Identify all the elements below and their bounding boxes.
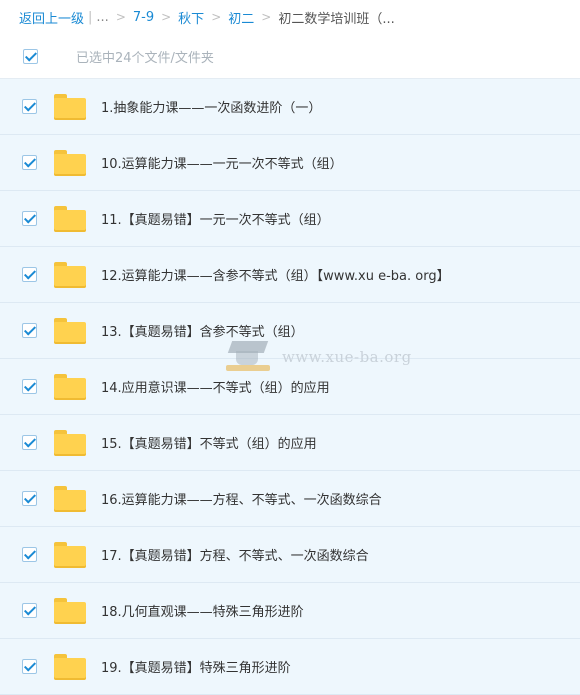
breadcrumb-item-7-9[interactable]: 7-9 — [133, 10, 154, 25]
file-name[interactable]: 16.运算能力课——方程、不等式、一次函数综合 — [101, 489, 382, 508]
file-name[interactable]: 1.抽象能力课——一次函数进阶（一） — [101, 97, 321, 116]
checkbox-checked-icon[interactable] — [22, 211, 37, 226]
checkbox-checked-icon[interactable] — [22, 491, 37, 506]
breadcrumb-separator: > — [161, 10, 172, 24]
checkbox-checked-icon[interactable] — [22, 323, 37, 338]
folder-icon — [54, 485, 86, 512]
folder-icon — [54, 373, 86, 400]
file-row[interactable]: 14.应用意识课——不等式（组）的应用 — [0, 359, 580, 415]
file-row[interactable]: 10.运算能力课——一元一次不等式（组） — [0, 135, 580, 191]
file-row[interactable]: 1.抽象能力课——一次函数进阶（一） — [0, 79, 580, 135]
breadcrumb: 返回上一级 | ... > 7-9 > 秋下 > 初二 > 初二数学培训班（..… — [0, 0, 580, 34]
file-name[interactable]: 15.【真题易错】不等式（组）的应用 — [101, 433, 317, 452]
file-row[interactable]: 18.几何直观课——特殊三角形进阶 — [0, 583, 580, 639]
breadcrumb-ellipsis[interactable]: ... — [96, 10, 108, 25]
file-name[interactable]: 14.应用意识课——不等式（组）的应用 — [101, 377, 330, 396]
file-name[interactable]: 11.【真题易错】一元一次不等式（组） — [101, 209, 330, 228]
breadcrumb-item-autumn[interactable]: 秋下 — [178, 8, 204, 27]
folder-icon — [54, 597, 86, 624]
breadcrumb-item-grade8[interactable]: 初二 — [228, 8, 254, 27]
selection-bar: 已选中24个文件/文件夹 — [0, 34, 580, 79]
folder-icon — [54, 205, 86, 232]
file-list: 1.抽象能力课——一次函数进阶（一） 10.运算能力课——一元一次不等式（组） 11… — [0, 79, 580, 695]
folder-icon — [54, 93, 86, 120]
breadcrumb-divider: | — [88, 9, 93, 25]
file-name[interactable]: 10.运算能力课——一元一次不等式（组） — [101, 153, 343, 172]
folder-icon — [54, 149, 86, 176]
folder-icon — [54, 653, 86, 680]
checkbox-checked-icon[interactable] — [22, 659, 37, 674]
checkbox-checked-icon[interactable] — [22, 267, 37, 282]
checkbox-checked-icon[interactable] — [22, 603, 37, 618]
breadcrumb-separator: > — [211, 10, 222, 24]
checkbox-checked-icon[interactable] — [22, 155, 37, 170]
checkbox-checked-icon[interactable] — [22, 547, 37, 562]
file-row[interactable]: 13.【真题易错】含参不等式（组） — [0, 303, 580, 359]
folder-icon — [54, 261, 86, 288]
breadcrumb-separator: > — [115, 10, 126, 24]
checkbox-checked-icon[interactable] — [22, 99, 37, 114]
file-name[interactable]: 18.几何直观课——特殊三角形进阶 — [101, 601, 304, 620]
file-name[interactable]: 13.【真题易错】含参不等式（组） — [101, 321, 304, 340]
breadcrumb-separator: > — [261, 10, 272, 24]
file-name[interactable]: 19.【真题易错】特殊三角形进阶 — [101, 657, 291, 676]
back-link[interactable]: 返回上一级 — [19, 8, 84, 27]
breadcrumb-current: 初二数学培训班（... — [278, 11, 395, 27]
file-row[interactable]: 17.【真题易错】方程、不等式、一次函数综合 — [0, 527, 580, 583]
file-row[interactable]: 16.运算能力课——方程、不等式、一次函数综合 — [0, 471, 580, 527]
file-name[interactable]: 17.【真题易错】方程、不等式、一次函数综合 — [101, 545, 369, 564]
file-row[interactable]: 15.【真题易错】不等式（组）的应用 — [0, 415, 580, 471]
file-row[interactable]: 11.【真题易错】一元一次不等式（组） — [0, 191, 580, 247]
folder-icon — [54, 317, 86, 344]
file-row[interactable]: 19.【真题易错】特殊三角形进阶 — [0, 639, 580, 695]
select-all-checkbox[interactable] — [23, 48, 38, 64]
file-row[interactable]: 12.运算能力课——含参不等式（组）【www.xu e-ba. org】 — [0, 247, 580, 303]
folder-icon — [54, 429, 86, 456]
folder-icon — [54, 541, 86, 568]
checkbox-checked-icon[interactable] — [22, 435, 37, 450]
file-name[interactable]: 12.运算能力课——含参不等式（组）【www.xu e-ba. org】 — [101, 265, 450, 284]
checkbox-checked-icon[interactable] — [22, 379, 37, 394]
selection-count-label: 已选中24个文件/文件夹 — [76, 50, 214, 66]
